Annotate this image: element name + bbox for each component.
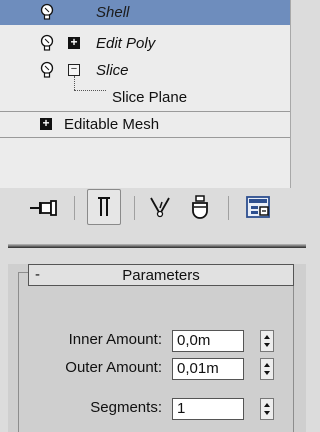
stack-item-label: Shell bbox=[96, 4, 130, 21]
expand-plus-icon[interactable]: + bbox=[40, 117, 52, 130]
show-end-result-button[interactable] bbox=[87, 189, 121, 225]
toolbar-separator bbox=[228, 196, 229, 220]
remove-modifier-icon[interactable] bbox=[190, 194, 210, 220]
spinner-up-icon[interactable] bbox=[264, 335, 270, 339]
spinner-down-icon[interactable] bbox=[264, 371, 270, 375]
modifier-stack-list[interactable]: Shell + Edit Poly − Slice Slice Plane + … bbox=[0, 0, 291, 188]
outer-amount-label: Outer Amount: bbox=[65, 359, 162, 376]
spinner-down-icon[interactable] bbox=[264, 411, 270, 415]
make-unique-icon[interactable] bbox=[148, 194, 172, 220]
stack-item-slice[interactable]: − Slice bbox=[0, 58, 290, 83]
inner-amount-label: Inner Amount: bbox=[68, 331, 162, 348]
stack-subitem-slice-plane[interactable]: Slice Plane bbox=[0, 85, 290, 110]
segments-field[interactable]: 1 bbox=[172, 398, 244, 420]
spinner-down-icon[interactable] bbox=[264, 343, 270, 347]
toolbar-separator bbox=[134, 196, 135, 220]
stack-item-label: Slice Plane bbox=[112, 89, 188, 106]
pin-stack-icon[interactable] bbox=[28, 198, 62, 218]
rollout-title: Parameters bbox=[122, 267, 200, 284]
lightbulb-icon[interactable] bbox=[40, 34, 54, 52]
stack-item-label: Edit Poly bbox=[96, 35, 156, 52]
rollout-header[interactable]: - Parameters bbox=[28, 264, 294, 286]
stack-item-label: Slice bbox=[96, 62, 129, 79]
segments-label: Segments: bbox=[90, 399, 162, 416]
toolbar-separator bbox=[74, 196, 75, 220]
stack-item-label: Editable Mesh bbox=[64, 116, 160, 133]
inner-amount-spinner[interactable] bbox=[260, 330, 274, 352]
inner-amount-field[interactable]: 0,0m bbox=[172, 330, 244, 352]
panel-divider bbox=[8, 244, 306, 248]
spinner-up-icon[interactable] bbox=[264, 403, 270, 407]
segments-spinner[interactable] bbox=[260, 398, 274, 420]
expand-plus-icon[interactable]: + bbox=[68, 36, 80, 49]
outer-amount-spinner[interactable] bbox=[260, 358, 274, 380]
stack-item-edit-poly[interactable]: + Edit Poly bbox=[0, 31, 290, 56]
collapse-minus-icon[interactable]: − bbox=[68, 64, 80, 76]
parameters-rollout: - Parameters Inner Amount: 0,0m Outer Am… bbox=[8, 264, 306, 432]
outer-amount-field[interactable]: 0,01m bbox=[172, 358, 244, 380]
stack-item-editable-mesh[interactable]: + Editable Mesh bbox=[0, 112, 290, 138]
show-end-result-icon bbox=[98, 197, 110, 216]
spinner-up-icon[interactable] bbox=[264, 363, 270, 367]
stack-item-shell[interactable]: Shell bbox=[0, 0, 290, 25]
configure-modifier-sets-icon[interactable] bbox=[246, 196, 272, 220]
lightbulb-icon[interactable] bbox=[40, 61, 54, 79]
stack-toolbar bbox=[0, 188, 306, 238]
lightbulb-icon[interactable] bbox=[40, 3, 54, 21]
